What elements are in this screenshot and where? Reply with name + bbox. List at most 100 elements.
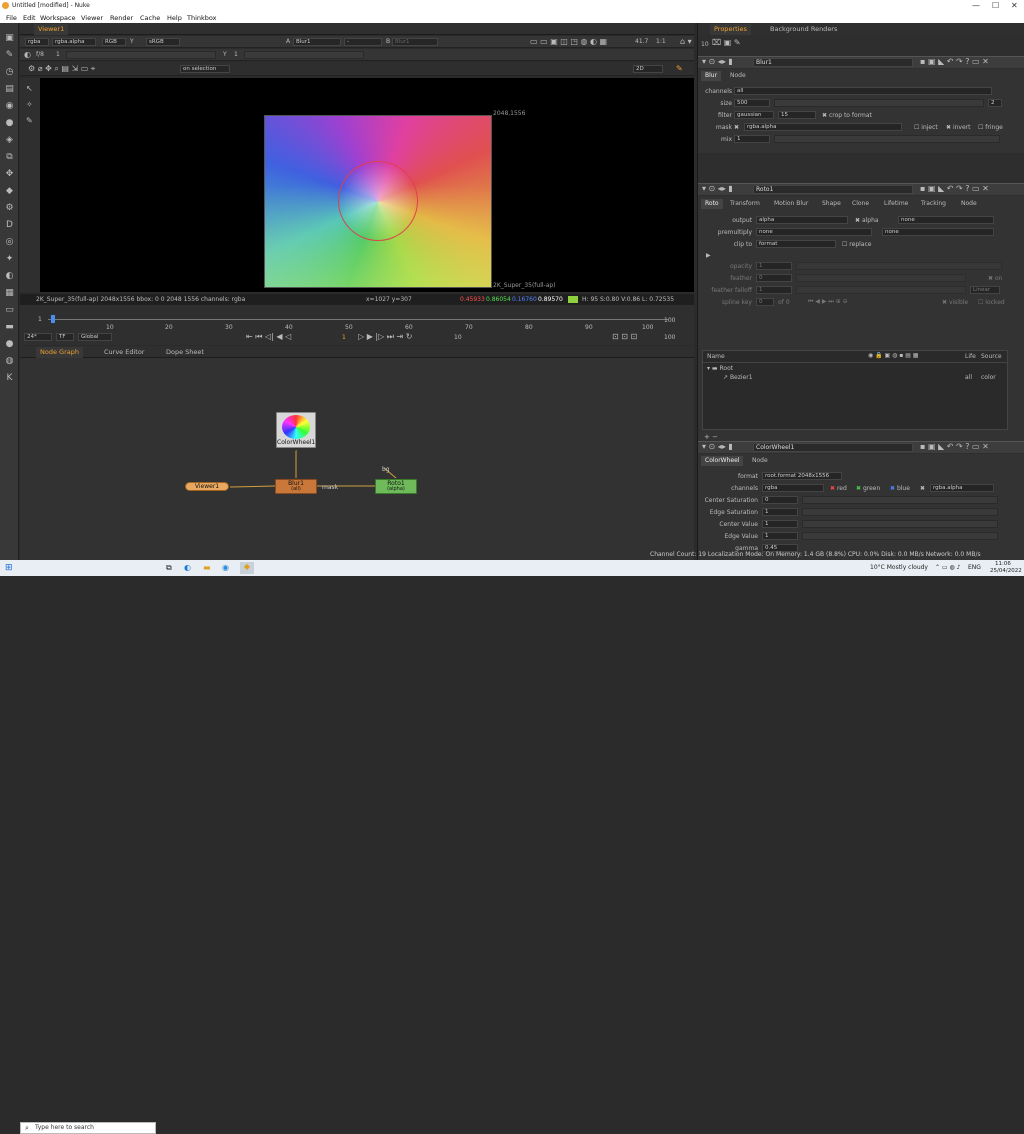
roto-shape[interactable] bbox=[338, 161, 418, 241]
weather-text[interactable]: 10°C Mostly cloudy bbox=[870, 564, 928, 571]
inject-checkbox[interactable]: ☐ inject bbox=[914, 124, 938, 131]
menu-help[interactable]: Help bbox=[167, 14, 182, 22]
minimize-icon[interactable]: — bbox=[972, 1, 980, 10]
tab-curve-editor[interactable]: Curve Editor bbox=[100, 347, 148, 358]
merge-icon[interactable]: ⧉ bbox=[4, 152, 15, 163]
roto-tab-node[interactable]: Node bbox=[957, 199, 981, 209]
fstop-label[interactable]: f/8 bbox=[36, 51, 44, 58]
roto-tab-clone[interactable]: Clone bbox=[848, 199, 873, 209]
colorspace-select[interactable]: RGB bbox=[102, 38, 126, 46]
falloff-input[interactable]: 1 bbox=[756, 286, 792, 294]
in-out-icon[interactable]: ⊡ ⊡ ⊡ bbox=[612, 332, 637, 342]
node-colorwheel[interactable]: ColorWheel1 bbox=[276, 412, 316, 448]
playback-controls-icon[interactable]: ⇤ ⏮ ◁| ◀ ◁ bbox=[246, 332, 291, 342]
edge-saturation-slider[interactable] bbox=[802, 508, 998, 516]
cw-green-checkbox[interactable]: ✖ green bbox=[856, 485, 880, 492]
fringe-checkbox[interactable]: ☐ fringe bbox=[978, 124, 1003, 131]
maximize-icon[interactable]: ☐ bbox=[992, 1, 999, 10]
cw-tab-node[interactable]: Node bbox=[748, 456, 772, 466]
timeline-end2[interactable]: 100 bbox=[664, 334, 675, 341]
blur-mix-slider[interactable] bbox=[774, 135, 1000, 143]
ratio-value[interactable]: 1:1 bbox=[656, 38, 666, 45]
expand-arrow-icon[interactable]: ▶ bbox=[706, 251, 711, 261]
menu-edit[interactable]: Edit bbox=[23, 14, 36, 22]
gamma-slider[interactable] bbox=[244, 51, 364, 59]
cw-tab-colorwheel[interactable]: ColorWheel bbox=[701, 456, 744, 466]
blur-size-n[interactable]: 2 bbox=[988, 99, 1002, 107]
menu-thinkbox[interactable]: Thinkbox bbox=[187, 14, 217, 22]
mask-checkbox[interactable]: ✖ bbox=[734, 124, 739, 131]
spline-key-input[interactable]: 0 bbox=[756, 298, 774, 306]
roto-panel-right-icons[interactable]: ▪ ▣ ◣ ↶ ↷ ? ▭ ✕ bbox=[920, 184, 989, 194]
channel-icon[interactable]: ▤ bbox=[4, 84, 15, 95]
roto-tab-roto[interactable]: Roto bbox=[701, 199, 723, 209]
roto-tab-tracking[interactable]: Tracking bbox=[917, 199, 950, 209]
select-tool-icon[interactable]: ↖ bbox=[26, 84, 33, 94]
tree-root-row[interactable]: ▾ ▬ Root bbox=[707, 365, 733, 372]
timeline-ruler[interactable] bbox=[48, 319, 668, 320]
cw-red-checkbox[interactable]: ✖ red bbox=[830, 485, 847, 492]
explorer-icon[interactable]: ▬ bbox=[203, 563, 211, 572]
deep-icon[interactable]: D bbox=[4, 220, 15, 231]
feather-on-checkbox[interactable]: ✖ on bbox=[988, 275, 1002, 282]
roto-tab-lifetime[interactable]: Lifetime bbox=[880, 199, 912, 209]
roto-tab-shape[interactable]: Shape bbox=[818, 199, 845, 209]
other-icon[interactable]: ◐ bbox=[4, 271, 15, 282]
falloff-slider[interactable] bbox=[796, 286, 966, 294]
colorwheel-name-field[interactable]: ColorWheel1 bbox=[753, 443, 913, 452]
blur-name-field[interactable]: Blur1 bbox=[753, 58, 913, 67]
transform-icon[interactable]: ✥ bbox=[4, 169, 15, 180]
taskbar-search[interactable]: ⌕ Type here to search bbox=[20, 1122, 156, 1134]
menu-workspace[interactable]: Workspace bbox=[40, 14, 76, 22]
tab-background-renders[interactable]: Background Renders bbox=[766, 24, 841, 35]
blur-channels-select[interactable]: all bbox=[734, 87, 992, 95]
tray-icons[interactable]: ⌃ ▭ ◍ ♪ bbox=[935, 564, 960, 571]
windows-start-icon[interactable]: ⊞ bbox=[5, 563, 13, 573]
tf-select[interactable]: TF bbox=[56, 333, 74, 341]
menu-file[interactable]: File bbox=[6, 14, 17, 22]
node-viewer[interactable]: Viewer1 bbox=[185, 482, 229, 491]
premultiply-extra-select[interactable]: none bbox=[882, 228, 994, 236]
gizmo-icon[interactable]: ▭ bbox=[4, 305, 15, 316]
color-icon[interactable]: ◉ bbox=[4, 101, 15, 112]
properties-count[interactable]: 10 bbox=[701, 41, 709, 48]
viewer-tools-icons[interactable]: ▭ ▭ ▣ ◫ ◳ ◍ ◐ ▦ bbox=[530, 37, 607, 47]
edge-value-input[interactable]: 1 bbox=[762, 532, 798, 540]
output-select[interactable]: alpha bbox=[756, 216, 848, 224]
on-selection-select[interactable]: on selection bbox=[180, 65, 230, 73]
feather-input[interactable]: 0 bbox=[756, 274, 792, 282]
colorwheel-panel-controls[interactable]: ▾ ⊙ ◂▸ ▮ bbox=[702, 442, 733, 452]
kronos-icon[interactable]: K bbox=[4, 373, 15, 384]
falloff-type-select[interactable]: Linear bbox=[970, 286, 1000, 294]
zoom-value[interactable]: 41.7 bbox=[635, 38, 648, 45]
views-icon[interactable]: ⚙ bbox=[4, 203, 15, 214]
replace-checkbox[interactable]: ☐ replace bbox=[842, 241, 871, 248]
blur-tab-node[interactable]: Node bbox=[726, 71, 750, 81]
colorwheel-panel-right-icons[interactable]: ▪ ▣ ◣ ↶ ↷ ? ▭ ✕ bbox=[920, 442, 989, 452]
fstop-value[interactable]: 1 bbox=[56, 51, 60, 58]
edge-icon[interactable]: ◐ bbox=[184, 563, 191, 572]
toolsets-icon[interactable]: ▦ bbox=[4, 288, 15, 299]
tree-bezier-row[interactable]: ↗ Bezier1 bbox=[723, 374, 753, 381]
furnace-icon[interactable]: ▬ bbox=[4, 322, 15, 333]
edge-saturation-input[interactable]: 1 bbox=[762, 508, 798, 516]
paint-icon[interactable]: ✎ bbox=[676, 64, 683, 74]
bezier-tool-icon[interactable]: ✎ bbox=[26, 116, 33, 126]
current-frame[interactable]: 1 bbox=[342, 334, 346, 341]
roto-panel-controls[interactable]: ▾ ⊙ ◂▸ ▮ bbox=[702, 184, 733, 194]
alpha-checkbox[interactable]: ✖ alpha bbox=[855, 217, 879, 224]
blur-mix-input[interactable]: 1 bbox=[734, 135, 770, 143]
alpha-channel-select[interactable]: rgba.alpha bbox=[52, 38, 96, 46]
blur-panel-controls[interactable]: ▾ ⊙ ◂▸ ▮ bbox=[702, 57, 733, 67]
opacity-slider[interactable] bbox=[796, 262, 1002, 270]
blur-mask-select[interactable]: rgba.alpha bbox=[744, 123, 902, 131]
points-tool-icon[interactable]: ✧ bbox=[26, 100, 33, 110]
playhead[interactable] bbox=[51, 315, 55, 323]
channels-select[interactable]: rgba bbox=[25, 38, 49, 46]
blur-size-slider[interactable] bbox=[774, 99, 984, 107]
language-indicator[interactable]: ENG bbox=[968, 564, 981, 571]
feather-slider[interactable] bbox=[796, 274, 966, 282]
eye-icon[interactable]: ◎ bbox=[4, 237, 15, 248]
roto-tab-motion-blur[interactable]: Motion Blur bbox=[770, 199, 812, 209]
output-extra-select[interactable]: none bbox=[898, 216, 994, 224]
